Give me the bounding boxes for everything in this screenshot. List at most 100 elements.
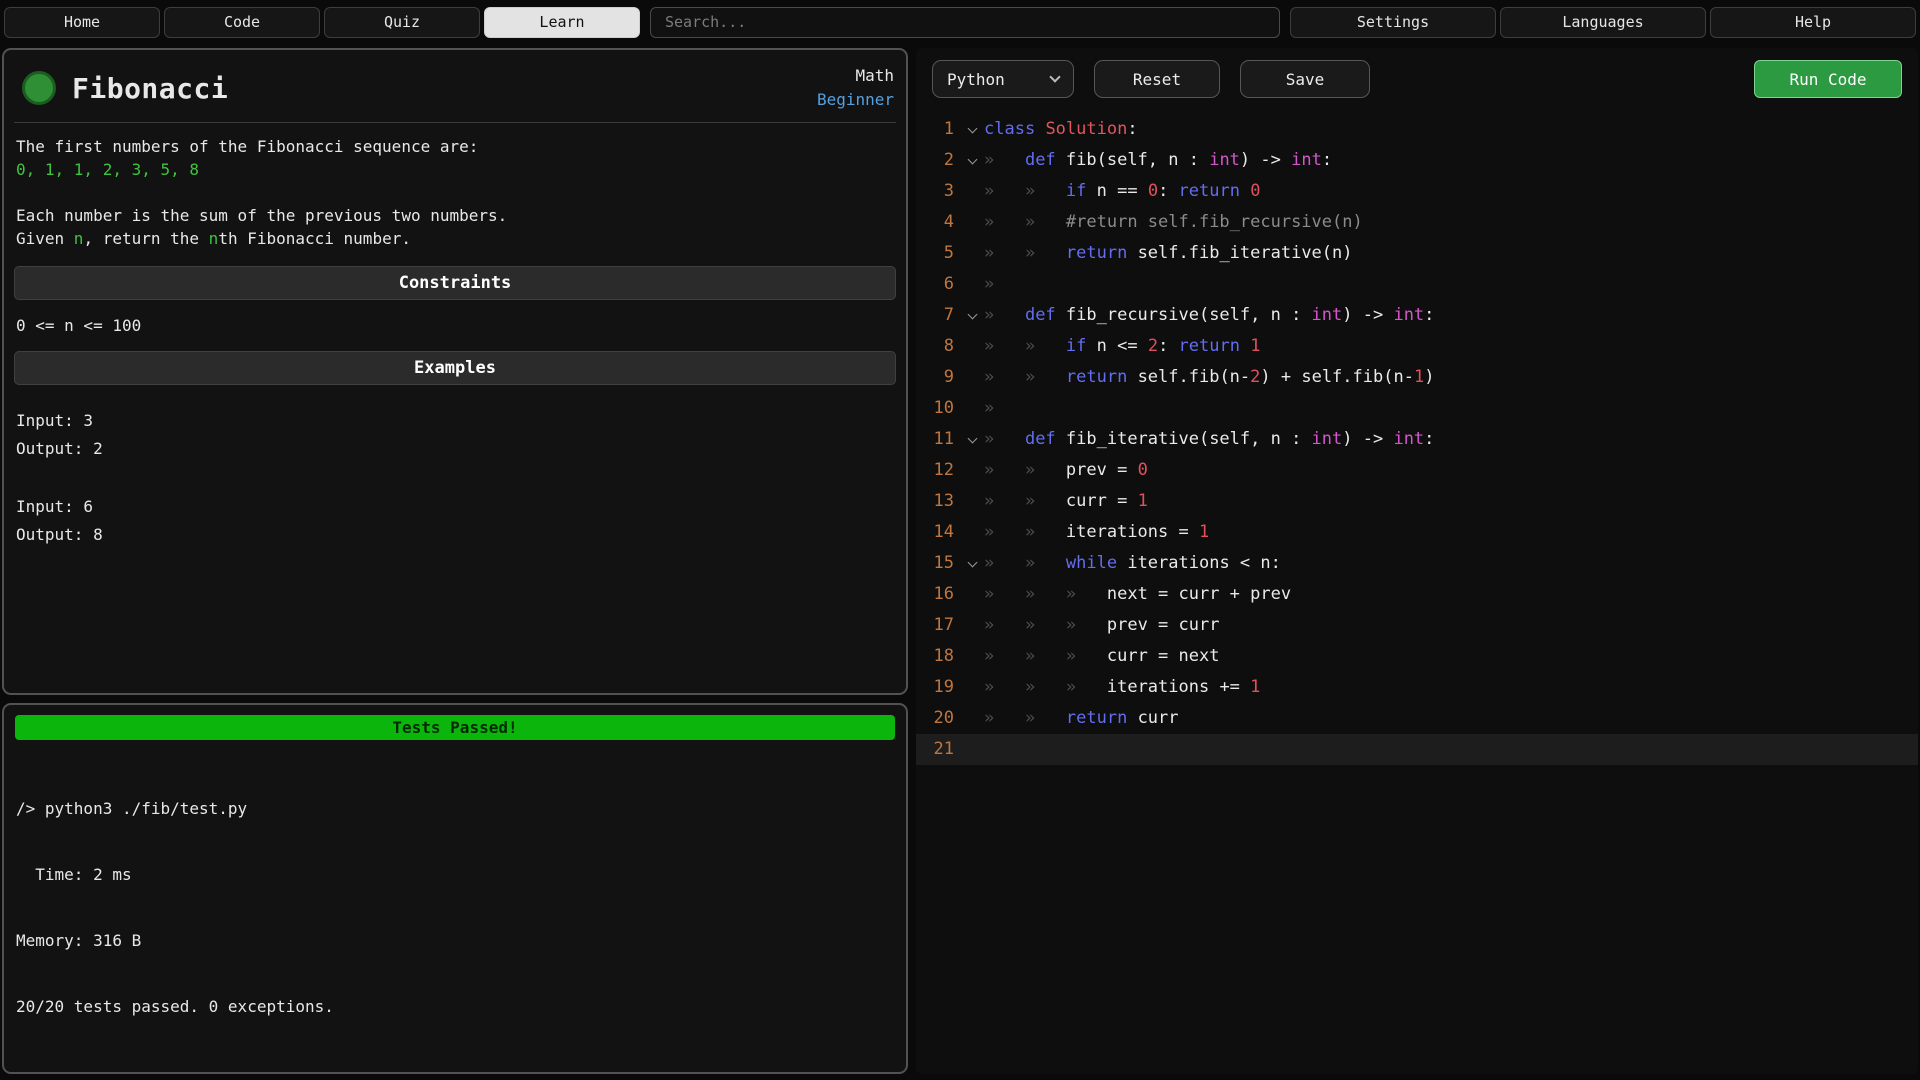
line-number: 19 bbox=[916, 672, 960, 703]
code-text: » def fib_recursive(self, n : int) -> in… bbox=[984, 300, 1918, 331]
line-number: 15 bbox=[916, 548, 960, 579]
line-number: 12 bbox=[916, 455, 960, 486]
code-line[interactable]: 4» » #return self.fib_recursive(n) bbox=[916, 207, 1918, 238]
line-number: 13 bbox=[916, 486, 960, 517]
problem-title: Fibonacci bbox=[72, 72, 228, 105]
line-number: 1 bbox=[916, 114, 960, 145]
code-editor[interactable]: 1 class Solution:2» def fib(self, n : int… bbox=[916, 108, 1918, 1074]
line-number: 4 bbox=[916, 207, 960, 238]
line-number: 11 bbox=[916, 424, 960, 455]
example-output: Output: 2 bbox=[16, 435, 894, 463]
console-line: 20/20 tests passed. 0 exceptions. bbox=[16, 996, 896, 1018]
fold-chevron-icon[interactable] bbox=[960, 562, 984, 566]
console-line: Time: 2 ms bbox=[16, 864, 896, 886]
top-nav: Home Code Quiz Learn Settings Languages … bbox=[0, 0, 1920, 44]
code-line[interactable]: 10 » bbox=[916, 393, 1918, 424]
line-number: 14 bbox=[916, 517, 960, 548]
main-area: Fibonacci Math Beginner The first number… bbox=[0, 44, 1920, 1080]
nav-tab-languages[interactable]: Languages bbox=[1500, 7, 1706, 38]
code-text: class Solution: bbox=[984, 114, 1918, 145]
code-line[interactable]: 6» bbox=[916, 269, 1918, 300]
code-line[interactable]: 20» » return curr bbox=[916, 703, 1918, 734]
line-number: 16 bbox=[916, 579, 960, 610]
nav-tab-home[interactable]: Home bbox=[4, 7, 160, 38]
code-line[interactable]: 3 » » if n == 0: return 0 bbox=[916, 176, 1918, 207]
editor-lines: 1 class Solution:2» def fib(self, n : int… bbox=[916, 114, 1918, 765]
problem-category: Math bbox=[817, 64, 894, 88]
line-number: 21 bbox=[916, 734, 960, 765]
example-input: Input: 6 bbox=[16, 493, 894, 521]
editor-panel: Python Reset Save Run Code 1 class Soluti… bbox=[916, 48, 1918, 1074]
code-line[interactable]: 14 » » iterations = 1 bbox=[916, 517, 1918, 548]
code-line[interactable]: 17 » » » prev = curr bbox=[916, 610, 1918, 641]
constraints-header: Constraints bbox=[14, 266, 896, 300]
example-output: Output: 8 bbox=[16, 521, 894, 549]
nav-tab-settings[interactable]: Settings bbox=[1290, 7, 1496, 38]
run-code-button[interactable]: Run Code bbox=[1754, 60, 1902, 98]
code-line[interactable]: 21 bbox=[916, 734, 1918, 765]
line-number: 3 bbox=[916, 176, 960, 207]
editor-toolbar: Python Reset Save Run Code bbox=[916, 48, 1918, 108]
code-line[interactable]: 18 » » » curr = next bbox=[916, 641, 1918, 672]
search-input[interactable] bbox=[650, 7, 1280, 38]
save-button[interactable]: Save bbox=[1240, 60, 1370, 98]
line-number: 10 bbox=[916, 393, 960, 424]
code-line[interactable]: 12 » » prev = 0 bbox=[916, 455, 1918, 486]
code-text: » » iterations = 1 bbox=[984, 517, 1918, 548]
examples-list: Input: 3 Output: 2 Input: 6 Output: 8 bbox=[14, 399, 896, 579]
line-number: 8 bbox=[916, 331, 960, 362]
problem-difficulty[interactable]: Beginner bbox=[817, 88, 894, 112]
code-text: » » » curr = next bbox=[984, 641, 1918, 672]
code-line[interactable]: 1 class Solution: bbox=[916, 114, 1918, 145]
code-text: » » » next = curr + prev bbox=[984, 579, 1918, 610]
problem-panel: Fibonacci Math Beginner The first number… bbox=[2, 48, 908, 695]
code-line[interactable]: 13» » curr = 1 bbox=[916, 486, 1918, 517]
line-number: 17 bbox=[916, 610, 960, 641]
sequence-line: 0, 1, 1, 2, 3, 5, 8 bbox=[16, 158, 894, 181]
console-line: Memory: 316 B bbox=[16, 930, 896, 952]
nav-tab-help[interactable]: Help bbox=[1710, 7, 1916, 38]
line-number: 5 bbox=[916, 238, 960, 269]
status-circle-icon bbox=[22, 71, 56, 105]
code-line[interactable]: 2» def fib(self, n : int) -> int: bbox=[916, 145, 1918, 176]
line-number: 9 bbox=[916, 362, 960, 393]
constraint-text: 0 <= n <= 100 bbox=[14, 314, 896, 335]
code-text: » bbox=[984, 393, 1918, 424]
test-status-bar: Tests Passed! bbox=[15, 715, 895, 740]
nav-tab-learn[interactable]: Learn bbox=[484, 7, 640, 38]
problem-header: Fibonacci Math Beginner bbox=[14, 60, 896, 123]
code-text: » » prev = 0 bbox=[984, 455, 1918, 486]
nav-tab-quiz[interactable]: Quiz bbox=[324, 7, 480, 38]
code-line[interactable]: 11 » def fib_iterative(self, n : int) -> … bbox=[916, 424, 1918, 455]
code-text: » def fib(self, n : int) -> int: bbox=[984, 145, 1918, 176]
problem-meta: Math Beginner bbox=[817, 64, 894, 112]
fold-chevron-icon[interactable] bbox=[960, 128, 984, 132]
code-text: » » » iterations += 1 bbox=[984, 672, 1918, 703]
code-line[interactable]: 9» » return self.fib(n-2) + self.fib(n-1… bbox=[916, 362, 1918, 393]
line-number: 18 bbox=[916, 641, 960, 672]
code-text: » def fib_iterative(self, n : int) -> in… bbox=[984, 424, 1918, 455]
console-line: /> python3 ./fib/test.py bbox=[16, 798, 896, 820]
reset-button[interactable]: Reset bbox=[1094, 60, 1220, 98]
fold-chevron-icon[interactable] bbox=[960, 314, 984, 318]
code-line[interactable]: 7» def fib_recursive(self, n : int) -> i… bbox=[916, 300, 1918, 331]
desc-line: Each number is the sum of the previous t… bbox=[16, 204, 894, 227]
code-line[interactable]: 15 » » while iterations < n: bbox=[916, 548, 1918, 579]
code-line[interactable]: 5» » return self.fib_iterative(n) bbox=[916, 238, 1918, 269]
language-select[interactable]: Python bbox=[932, 60, 1074, 98]
console-output: /> python3 ./fib/test.py Time: 2 ms Memo… bbox=[14, 754, 896, 1062]
tests-panel: Tests Passed! /> python3 ./fib/test.py T… bbox=[2, 703, 908, 1074]
code-text: » » if n == 0: return 0 bbox=[984, 176, 1918, 207]
nav-tab-code[interactable]: Code bbox=[164, 7, 320, 38]
app-root: Home Code Quiz Learn Settings Languages … bbox=[0, 0, 1920, 1080]
code-text: » » » prev = curr bbox=[984, 610, 1918, 641]
line-number: 6 bbox=[916, 269, 960, 300]
code-text: » » while iterations < n: bbox=[984, 548, 1918, 579]
code-line[interactable]: 19 » » » iterations += 1 bbox=[916, 672, 1918, 703]
code-line[interactable]: 16 » » » next = curr + prev bbox=[916, 579, 1918, 610]
left-column: Fibonacci Math Beginner The first number… bbox=[2, 48, 908, 1074]
spacer bbox=[16, 181, 894, 204]
fold-chevron-icon[interactable] bbox=[960, 159, 984, 163]
code-line[interactable]: 8» » if n <= 2: return 1 bbox=[916, 331, 1918, 362]
fold-chevron-icon[interactable] bbox=[960, 438, 984, 442]
